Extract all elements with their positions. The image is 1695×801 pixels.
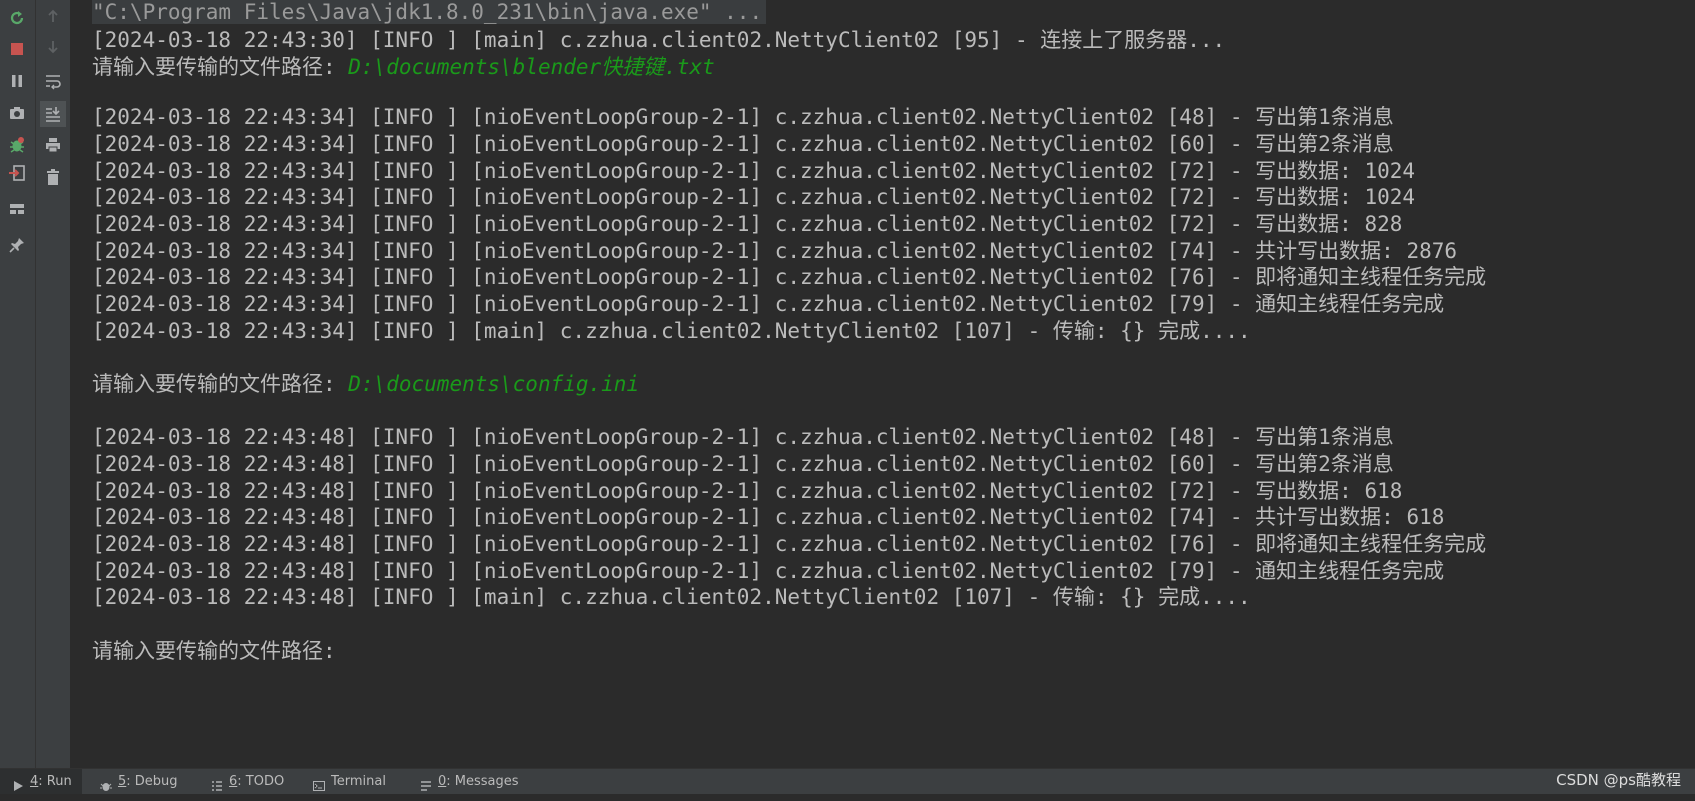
console-toolbar [36, 0, 71, 769]
command-line: "C:\Program Files\Java\jdk1.8.0_231\bin\… [92, 0, 767, 26]
terminal-icon [313, 776, 325, 791]
stop-icon[interactable] [6, 38, 28, 60]
up-arrow-icon[interactable] [42, 5, 64, 27]
watermark: CSDN @ps酷教程 [1556, 771, 1681, 789]
prompt-line: 请输入要传输的文件路径: [92, 639, 349, 663]
log-line: [2024-03-18 22:43:34] [INFO ] [nioEventL… [92, 212, 1403, 236]
log-line: [2024-03-18 22:43:48] [INFO ] [nioEventL… [92, 452, 1394, 476]
log-line: [2024-03-18 22:43:34] [INFO ] [main] c.z… [92, 319, 1251, 343]
print-icon[interactable] [42, 134, 64, 156]
tab-debug[interactable]: 5: Debug [100, 769, 178, 794]
soft-wrap-icon[interactable] [42, 70, 64, 92]
log-line: [2024-03-18 22:43:34] [INFO ] [nioEventL… [92, 132, 1394, 156]
camera-icon[interactable] [6, 102, 28, 124]
scroll-to-end-icon[interactable] [40, 101, 66, 127]
run-icon [12, 776, 24, 791]
log-line: [2024-03-18 22:43:34] [INFO ] [nioEventL… [92, 292, 1445, 316]
log-line: [2024-03-18 22:43:34] [INFO ] [nioEventL… [92, 105, 1394, 129]
pause-icon[interactable] [6, 70, 28, 92]
tab-run[interactable]: 4: Run [0, 769, 82, 794]
log-line: [2024-03-18 22:43:48] [INFO ] [nioEventL… [92, 559, 1445, 583]
tool-window-bar: 4: Run 5: Debug 6: TODO Terminal 0: Mess… [0, 768, 1695, 794]
log-line: [2024-03-18 22:43:48] [INFO ] [nioEventL… [92, 532, 1487, 556]
run-toolbar [0, 0, 36, 769]
layout-icon[interactable] [6, 198, 28, 220]
bug-icon [100, 776, 112, 791]
prompt-line: 请输入要传输的文件路径: D:\documents\config.ini [92, 372, 640, 396]
rerun-icon[interactable] [6, 7, 28, 29]
tab-todo[interactable]: 6: TODO [211, 769, 284, 794]
list-icon [211, 776, 223, 791]
tab-terminal[interactable]: Terminal [313, 769, 386, 794]
log-line: [2024-03-18 22:43:48] [INFO ] [nioEventL… [92, 425, 1394, 449]
console-output[interactable]: "C:\Program Files\Java\jdk1.8.0_231\bin\… [70, 0, 1695, 769]
pin-icon[interactable] [6, 234, 28, 256]
log-line: [2024-03-18 22:43:34] [INFO ] [nioEventL… [92, 185, 1416, 209]
tab-messages[interactable]: 0: Messages [420, 769, 519, 794]
prompt-line: 请输入要传输的文件路径: D:\documents\blender快捷键.txt [92, 55, 715, 79]
log-line: [2024-03-18 22:43:34] [INFO ] [nioEventL… [92, 239, 1458, 263]
log-line: [2024-03-18 22:43:48] [INFO ] [main] c.z… [92, 585, 1251, 609]
exit-icon[interactable] [6, 162, 28, 184]
log-line: [2024-03-18 22:43:34] [INFO ] [nioEventL… [92, 159, 1416, 183]
log-line: [2024-03-18 22:43:34] [INFO ] [nioEventL… [92, 265, 1487, 289]
trash-icon[interactable] [42, 166, 64, 188]
debug-bug-icon[interactable] [6, 134, 28, 156]
log-line: [2024-03-18 22:43:48] [INFO ] [nioEventL… [92, 479, 1403, 503]
log-line: [2024-03-18 22:43:30] [INFO ] [main] c.z… [92, 28, 1226, 52]
log-line: [2024-03-18 22:43:48] [INFO ] [nioEventL… [92, 505, 1445, 529]
down-arrow-icon[interactable] [42, 36, 64, 58]
messages-icon [420, 776, 432, 791]
user-input: D:\documents\blender快捷键.txt [348, 55, 715, 79]
user-input: D:\documents\config.ini [348, 372, 640, 396]
